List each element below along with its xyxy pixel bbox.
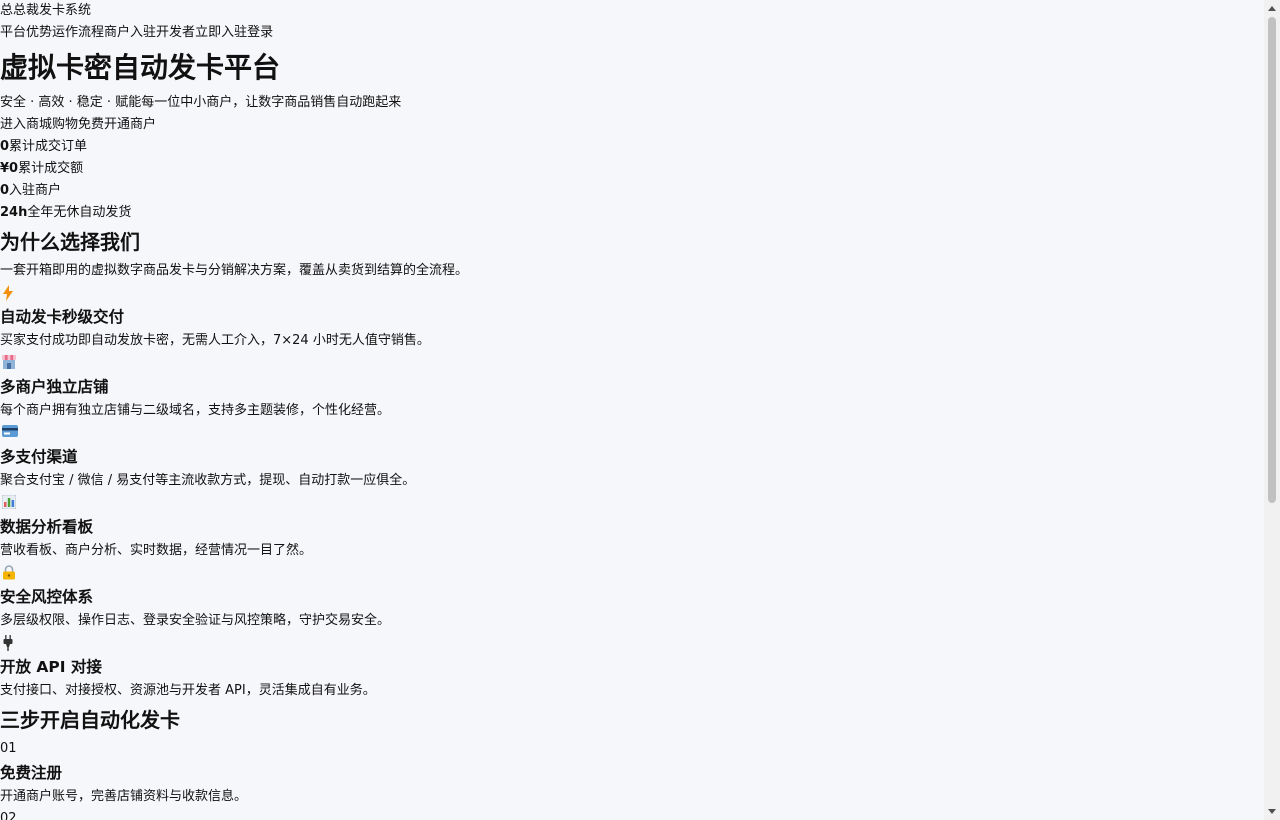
stat-uptime: 24h全年无休自动发货: [0, 202, 1264, 224]
stat-orders: 0累计成交订单: [0, 136, 1264, 158]
scroll-down-arrow-icon[interactable]: [1264, 804, 1280, 820]
open-merchant-button[interactable]: 免费开通商户: [78, 117, 156, 132]
stat-label: 累计成交订单: [9, 139, 88, 154]
hero-cta-group: 进入商城购物免费开通商户: [0, 114, 1264, 136]
brand-logo[interactable]: 总总裁发卡系统: [0, 0, 1264, 22]
feature-title: 开放 API 对接: [0, 658, 102, 676]
brand-name: 总总裁发卡系统: [0, 3, 92, 18]
steps-section-title: 三步开启自动化发卡: [0, 708, 180, 732]
nav-link-merchant-join[interactable]: 商户入驻: [104, 25, 156, 40]
why-section-subtitle: 一套开箱即用的虚拟数字商品发卡与分销解决方案，覆盖从卖货到结算的全流程。: [0, 263, 469, 278]
feature-desc: 多层级权限、操作日志、登录安全验证与风控策略，守护交易安全。: [0, 613, 391, 628]
credit-card-icon: [0, 422, 1264, 444]
step-number: 01: [0, 741, 17, 756]
feature-desc: 营收看板、商户分析、实时数据，经营情况一目了然。: [0, 543, 313, 558]
feature-title: 数据分析看板: [0, 518, 94, 536]
stat-revenue: ¥0累计成交额: [0, 158, 1264, 180]
page-scrollbar[interactable]: [1264, 0, 1280, 820]
bar-chart-icon: [0, 492, 1264, 514]
step-desc: 开通商户账号，完善店铺资料与收款信息。: [0, 789, 248, 804]
feature-title: 多支付渠道: [0, 448, 78, 466]
scroll-up-arrow-icon[interactable]: [1264, 0, 1280, 16]
top-nav: 平台优势运作流程商户入驻开发者立即入驻登录: [0, 22, 1264, 44]
stat-value: ¥0: [0, 161, 19, 176]
feature-desc: 支付接口、对接授权、资源池与开发者 API，灵活集成自有业务。: [0, 683, 376, 698]
stat-value: 0: [0, 183, 10, 198]
stat-label: 全年无休自动发货: [27, 205, 132, 220]
feature-desc: 聚合支付宝 / 微信 / 易支付等主流收款方式，提现、自动打款一应俱全。: [0, 473, 416, 488]
hero-title: 虚拟卡密自动发卡平台: [0, 51, 281, 84]
feature-desc: 买家支付成功即自动发放卡密，无需人工介入，7×24 小时无人值守销售。: [0, 333, 430, 348]
feature-title: 自动发卡秒级交付: [0, 308, 125, 326]
feature-title: 安全风控体系: [0, 588, 94, 606]
plug-icon: [0, 632, 1264, 654]
step-title: 免费注册: [0, 764, 63, 782]
stat-label: 入驻商户: [9, 183, 62, 198]
page: 总总裁发卡系统 平台优势运作流程商户入驻开发者立即入驻登录 虚拟卡密自动发卡平台…: [0, 0, 1264, 820]
feature-desc: 每个商户拥有独立店铺与二级域名，支持多主题装修，个性化经营。: [0, 403, 391, 418]
nav-link-developer[interactable]: 开发者: [156, 25, 195, 40]
stat-value: 0: [0, 139, 10, 154]
enter-mall-button[interactable]: 进入商城购物: [0, 117, 78, 132]
login-button[interactable]: 登录: [247, 25, 273, 40]
store-icon: [0, 352, 1264, 374]
feature-title: 多商户独立店铺: [0, 378, 109, 396]
why-section-title: 为什么选择我们: [0, 230, 140, 254]
scrollbar-thumb[interactable]: [1268, 17, 1276, 503]
step-number: 02: [0, 811, 17, 820]
nav-link-process[interactable]: 运作流程: [52, 25, 104, 40]
lock-icon: [0, 562, 1264, 584]
join-now-button[interactable]: 立即入驻: [195, 25, 247, 40]
nav-link-advantages[interactable]: 平台优势: [0, 25, 52, 40]
stat-merchants: 0入驻商户: [0, 180, 1264, 202]
stat-label: 累计成交额: [18, 161, 84, 176]
stat-value: 24h: [0, 205, 28, 220]
hero-subtitle: 安全 · 高效 · 稳定 · 赋能每一位中小商户，让数字商品销售自动跑起来: [0, 95, 402, 110]
lightning-icon: [0, 282, 1264, 304]
